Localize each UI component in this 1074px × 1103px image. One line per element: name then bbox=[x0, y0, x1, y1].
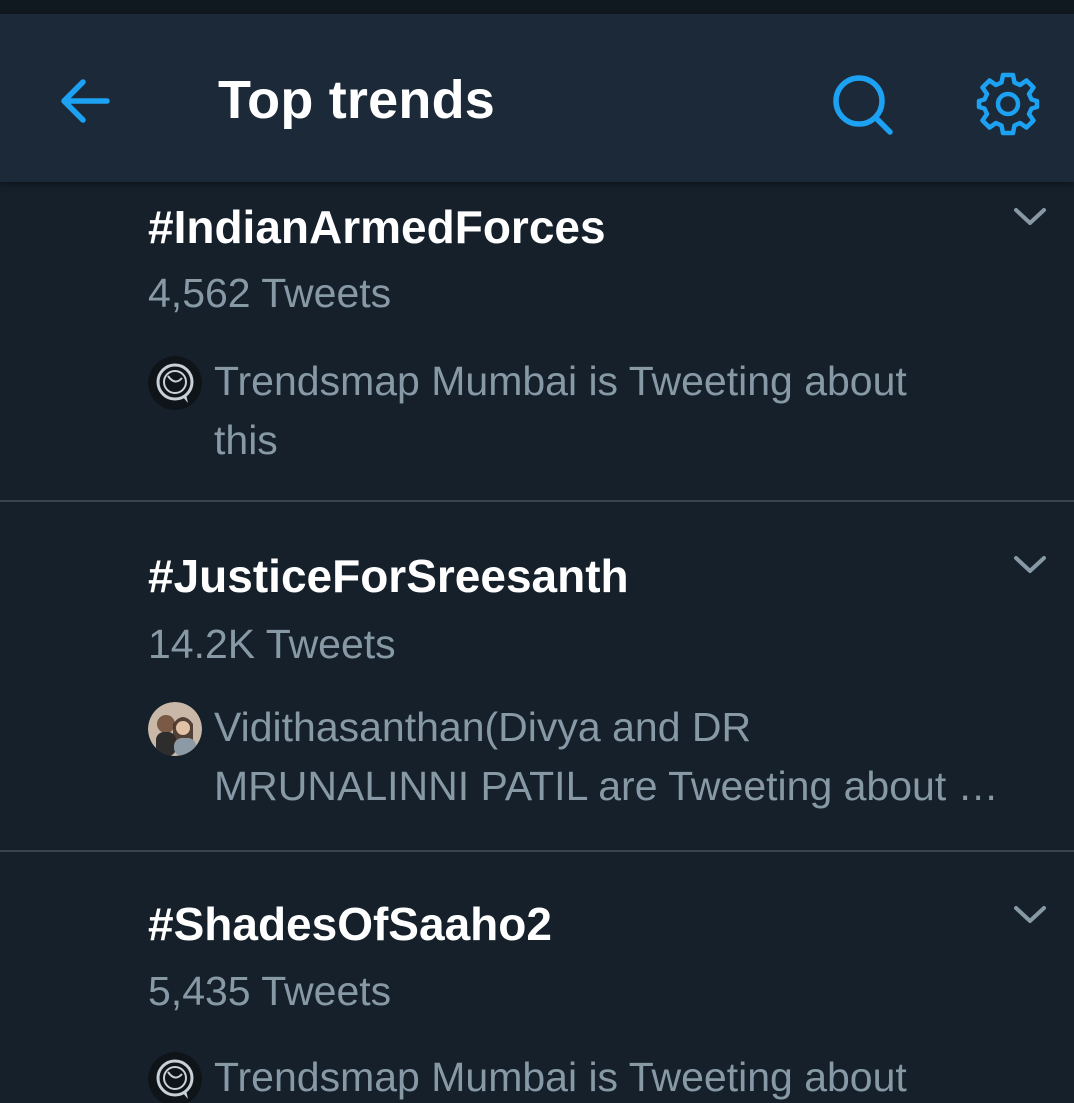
context-line-2: this bbox=[214, 417, 278, 463]
trendsmap-logo-icon bbox=[148, 356, 202, 410]
trend-options-button[interactable] bbox=[1008, 202, 1052, 232]
trends-screen: Top trends #IndianArmedForces 4,562 Twee… bbox=[0, 0, 1074, 1103]
trend-options-button[interactable] bbox=[1008, 900, 1052, 930]
trend-item[interactable]: #IndianArmedForces 4,562 Tweets Trendsma… bbox=[0, 182, 1074, 502]
context-text: Vidithasanthan(Divya and DR MRUNALINNI P… bbox=[214, 698, 1046, 816]
trends-list: #IndianArmedForces 4,562 Tweets Trendsma… bbox=[0, 182, 1074, 1103]
context-line-1: Trendsmap Mumbai is Tweeting about bbox=[214, 1054, 907, 1100]
arrow-left-icon bbox=[61, 79, 110, 123]
page-title: Top trends bbox=[218, 70, 495, 130]
search-icon bbox=[833, 75, 893, 135]
gear-icon bbox=[976, 72, 1040, 136]
context-line-1: Trendsmap Mumbai is Tweeting about bbox=[214, 358, 907, 404]
context-text: Trendsmap Mumbai is Tweeting about this bbox=[214, 352, 1046, 470]
trend-options-button[interactable] bbox=[1008, 550, 1052, 580]
tweet-count: 4,562 Tweets bbox=[148, 270, 392, 316]
trend-name: #IndianArmedForces bbox=[148, 201, 606, 253]
trend-item[interactable]: #ShadesOfSaaho2 5,435 Tweets Trendsmap M… bbox=[0, 852, 1074, 1103]
tweet-count: 5,435 Tweets bbox=[148, 968, 392, 1014]
search-button[interactable] bbox=[826, 68, 900, 142]
user-avatar bbox=[148, 702, 202, 756]
status-bar bbox=[0, 0, 1074, 14]
context-line-2: MRUNALINNI PATIL are Tweeting about … bbox=[214, 763, 999, 809]
chevron-down-icon bbox=[1014, 556, 1046, 573]
chevron-down-icon bbox=[1014, 208, 1046, 225]
trend-name: #ShadesOfSaaho2 bbox=[148, 898, 552, 950]
trend-item[interactable]: #JusticeForSreesanth 14.2K Tweets Vidith… bbox=[0, 502, 1074, 852]
trendsmap-logo-icon bbox=[148, 1052, 202, 1103]
settings-button[interactable] bbox=[970, 66, 1046, 142]
back-button[interactable] bbox=[50, 71, 120, 131]
tweet-count: 14.2K Tweets bbox=[148, 621, 396, 667]
context-text: Trendsmap Mumbai is Tweeting about bbox=[214, 1048, 1046, 1103]
trend-name: #JusticeForSreesanth bbox=[148, 550, 629, 602]
top-app-bar: Top trends bbox=[0, 14, 1074, 182]
context-line-1: Vidithasanthan(Divya and DR bbox=[214, 704, 752, 750]
chevron-down-icon bbox=[1014, 906, 1046, 923]
